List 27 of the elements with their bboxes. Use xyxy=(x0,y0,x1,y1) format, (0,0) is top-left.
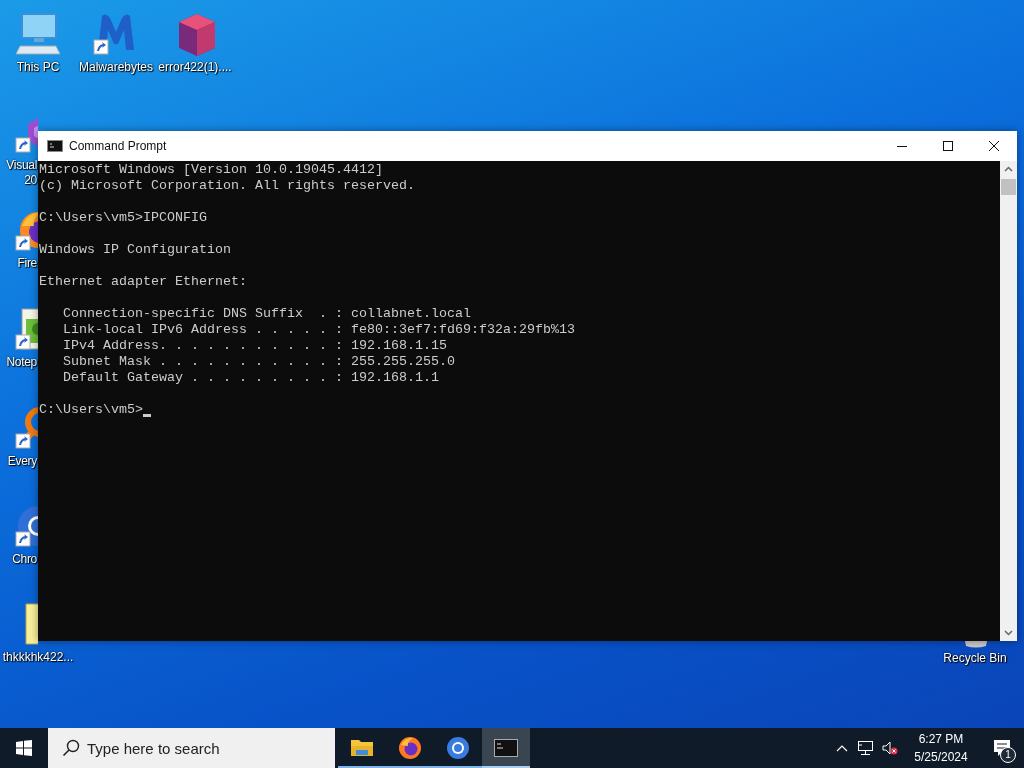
console-line: Connection-specific DNS Suffix . : collabnet.local xyxy=(62,306,471,322)
icon-label: Every xyxy=(7,454,37,469)
icon-label: Notep xyxy=(6,355,37,370)
icon-label: thkkkhk422... xyxy=(2,650,74,665)
console-line: Microsoft Windows [Version 10.0.19045.4412] xyxy=(39,162,383,178)
icon-label: Recycle Bin xyxy=(943,651,1007,666)
console-line: (c) Microsoft Corporation. All rights reserved. xyxy=(39,178,415,194)
notifications-button[interactable]: 1 xyxy=(980,728,1024,768)
icon-label: Chro xyxy=(12,552,37,567)
console-line: Subnet Mask . . . . . . . . . . . : 255.255.255.0 xyxy=(62,354,455,370)
clock-button[interactable]: 6:27 PM 5/25/2024 xyxy=(902,728,980,768)
icon-label: 20 xyxy=(24,173,37,188)
console-line: Default Gateway . . . . . . . . . : 192.168.1.1 xyxy=(62,370,439,386)
console-line: Ethernet adapter Ethernet: xyxy=(39,274,247,290)
icon-label: Malwarebytes xyxy=(79,60,153,75)
search-field[interactable]: Type here to search xyxy=(48,728,335,768)
icon-label: error422(1).... xyxy=(158,60,232,75)
icon-label: Visual xyxy=(6,158,37,173)
icon-label: This PC xyxy=(16,60,60,75)
window-title: Command Prompt xyxy=(69,139,167,153)
console-line: Link-local IPv6 Address . . . . . : fe80::3ef7:fd69:f32a:29fb%13 xyxy=(62,322,575,338)
console-line: Windows IP Configuration xyxy=(39,242,231,258)
icon-label: Fire xyxy=(17,256,37,271)
console-line: C:\Users\vm5>IPCONFIG xyxy=(39,210,207,226)
console-line: IPv4 Address. . . . . . . . . . . : 192.168.1.15 xyxy=(62,338,447,354)
console-line: C:\Users\vm5> xyxy=(39,402,143,418)
notification-badge: 1 xyxy=(1000,747,1016,763)
